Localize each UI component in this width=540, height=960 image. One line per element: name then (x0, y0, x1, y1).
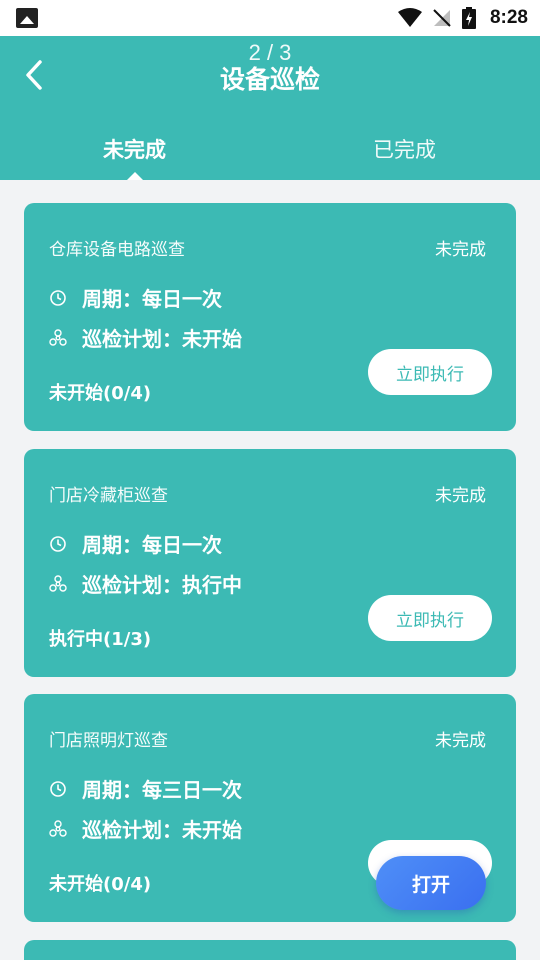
open-button[interactable]: 打开 (376, 856, 486, 910)
card-status: 未完成 (435, 486, 486, 506)
period-row: 周期：每日一次 (49, 283, 222, 312)
execute-button[interactable]: 立即执行 (368, 595, 492, 641)
fan-icon (49, 819, 67, 837)
status-bar: 8:28 (0, 0, 540, 36)
plan-label: 巡检计划：未开始 (82, 818, 242, 842)
card-status: 未完成 (435, 731, 486, 751)
app-header: 2 / 3 设备巡检 未完成 已完成 (0, 36, 540, 180)
tab-incomplete[interactable]: 未完成 (103, 134, 166, 164)
inspection-card[interactable]: 门店冷藏柜巡查 未完成 周期：每日一次 巡检计划：执行中 执行中(1/3) 立即… (24, 449, 516, 677)
gallery-icon (16, 8, 38, 28)
period-label: 周期：每日一次 (82, 533, 222, 557)
clock-icon (50, 780, 66, 797)
period-row: 周期：每日一次 (49, 529, 222, 558)
wifi-icon (397, 8, 422, 27)
plan-label: 巡检计划：执行中 (82, 573, 242, 597)
card-status: 未完成 (435, 240, 486, 260)
fan-icon (49, 574, 67, 592)
clock-time: 8:28 (489, 7, 528, 28)
plan-label: 巡检计划：未开始 (82, 327, 242, 351)
progress-text: 未开始(0/4) (49, 874, 152, 895)
fan-icon (49, 328, 67, 346)
inspection-card-partial[interactable] (24, 940, 516, 960)
plan-row: 巡检计划：未开始 (49, 323, 242, 352)
battery-charging-icon (461, 7, 476, 29)
inspection-card[interactable]: 仓库设备电路巡查 未完成 周期：每日一次 巡检计划：未开始 未开始(0/4) 立… (24, 203, 516, 431)
clock-icon (50, 535, 66, 552)
no-signal-icon (433, 9, 451, 27)
period-row: 周期：每三日一次 (49, 774, 242, 803)
clock-icon (50, 289, 66, 306)
period-label: 周期：每日一次 (82, 287, 222, 311)
plan-row: 巡检计划：执行中 (49, 569, 242, 598)
page-title: 设备巡检 (219, 65, 320, 94)
card-title: 门店照明灯巡查 (49, 731, 168, 751)
progress-text: 执行中(1/3) (49, 629, 152, 650)
execute-button[interactable]: 立即执行 (368, 349, 492, 395)
period-label: 周期：每三日一次 (82, 778, 242, 802)
tab-completed[interactable]: 已完成 (373, 134, 436, 164)
card-title: 仓库设备电路巡查 (49, 240, 185, 260)
card-title: 门店冷藏柜巡查 (49, 486, 168, 506)
plan-row: 巡检计划：未开始 (49, 814, 242, 843)
active-tab-indicator (127, 172, 143, 180)
status-icons: 8:28 (397, 6, 528, 30)
progress-text: 未开始(0/4) (49, 383, 152, 404)
